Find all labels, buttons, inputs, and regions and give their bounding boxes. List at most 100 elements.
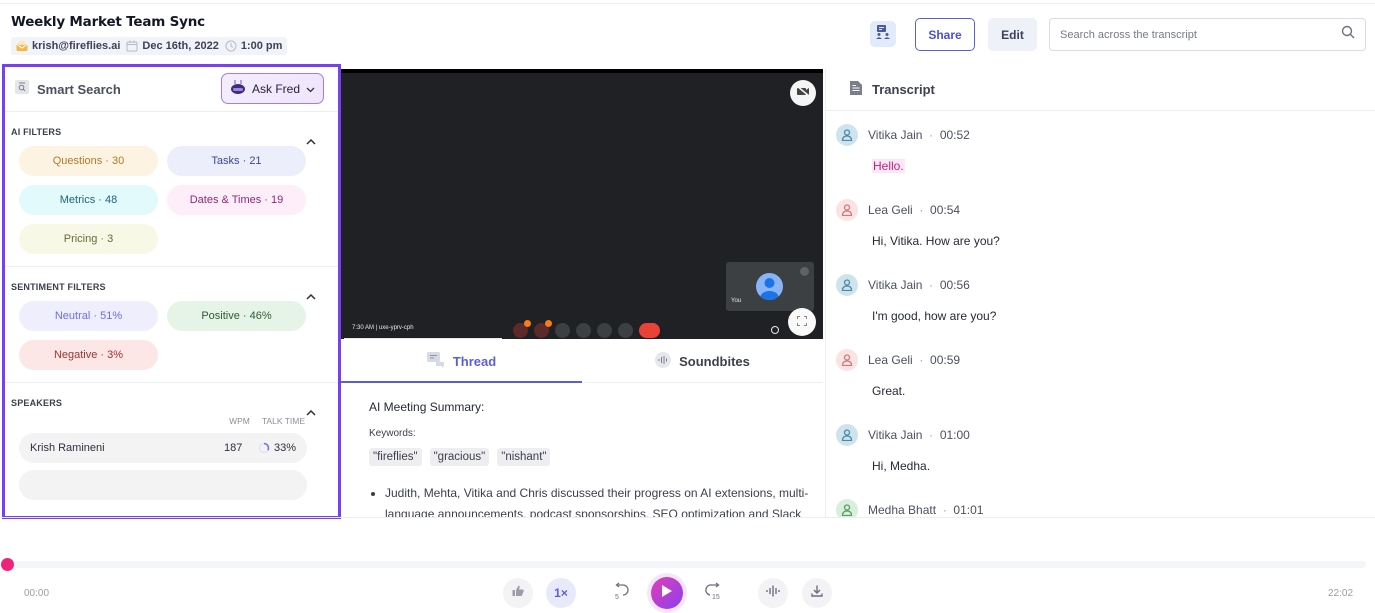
speakers-section: SPEAKERS WPM TALK TIME Krish Ramineni 18… (5, 383, 338, 512)
thread-content: AI Meeting Summary: Keywords: "fireflies… (341, 384, 823, 517)
ai-filters-section: AI FILTERS Questions · 30 Tasks · 21 Metri… (5, 112, 338, 267)
transcript-entry[interactable]: Vitika Jain · 01:00 Hi, Medha. (826, 412, 1375, 487)
total-time: 22:02 (1328, 588, 1354, 599)
transcript-speaker: Vitika Jain (868, 428, 923, 442)
svg-text:15: 15 (712, 594, 720, 600)
reaction-button[interactable] (503, 578, 533, 608)
transcript-entry[interactable]: Medha Bhatt · 01:01 (826, 487, 1375, 517)
keyword-chip[interactable]: "gracious" (429, 448, 490, 466)
transcript-timestamp[interactable]: 00:59 (930, 353, 960, 367)
waveform-icon (766, 584, 780, 602)
self-video-tile: You (726, 262, 814, 311)
sentiment-filter-pill[interactable]: Negative · 3% (19, 340, 158, 370)
ai-filter-pill[interactable]: Dates & Times · 19 (167, 185, 306, 215)
participants-icon (875, 24, 891, 45)
meeting-meta: krish@fireflies.ai Dec 16th, 2022 1:00 p… (11, 37, 288, 55)
calendar-icon (126, 40, 138, 52)
transcript-text: Hello. (872, 159, 905, 173)
speaker-row[interactable]: Krish Ramineni 187 33% (19, 433, 307, 463)
speaker-avatar-icon (836, 424, 858, 446)
transcript-timestamp[interactable]: 00:52 (940, 128, 970, 142)
playback-speed-button[interactable]: 1× (546, 578, 576, 608)
waveform-button[interactable] (758, 578, 788, 608)
smart-search-icon (15, 79, 29, 99)
meeting-time: 1:00 pm (225, 40, 282, 52)
ai-filter-pill[interactable]: Tasks · 21 (167, 146, 306, 176)
ai-filter-pill[interactable]: Metrics · 48 (19, 185, 158, 215)
chevron-up-icon[interactable] (306, 132, 316, 150)
talk-time-ring (258, 442, 270, 454)
summary-bullets: Judith, Mehta, Vitika and Chris discusse… (369, 483, 809, 517)
transcript-entry[interactable]: Vitika Jain · 00:56 I'm good, how are you… (826, 262, 1375, 337)
speaker-avatar-icon (836, 124, 858, 146)
speaker-name: Krish Ramineni (30, 442, 105, 454)
transcript-speaker: Medha Bhatt (868, 503, 937, 517)
transcript-search-input[interactable] (1060, 28, 1341, 41)
ai-filter-pill[interactable]: Pricing · 3 (19, 224, 158, 254)
progress-track[interactable] (8, 561, 1366, 568)
meet-camera-icon (534, 320, 552, 338)
ai-filter-pill[interactable]: Questions · 30 (19, 146, 158, 176)
fullscreen-button[interactable] (788, 308, 816, 336)
svg-text:5: 5 (615, 594, 619, 600)
rewind-button[interactable]: 5 (605, 578, 635, 608)
transcript-entry[interactable]: Lea Geli · 00:54 Hi, Vitika. How are you? (826, 187, 1375, 262)
transcript-text: Hi, Vitika. How are you? (872, 234, 1000, 248)
transcript-timestamp[interactable]: 01:00 (940, 428, 970, 442)
meet-mic-icon (513, 320, 531, 338)
chevron-up-icon[interactable] (306, 287, 316, 305)
sentiment-filters-label: SENTIMENT FILTERS (11, 282, 106, 292)
share-button[interactable]: Share (915, 18, 975, 51)
separator-dot: · (922, 278, 940, 292)
progress-handle[interactable] (1, 558, 14, 571)
soundbites-icon (655, 352, 672, 371)
download-button[interactable] (802, 578, 832, 608)
smart-search-title: Smart Search (37, 81, 121, 97)
speaker-wpm: 187 (223, 442, 243, 454)
chevron-up-icon[interactable] (306, 403, 316, 421)
video-player[interactable]: You 7:30 AM | uxe-yprv-cph Waiting for m… (341, 69, 823, 339)
thumbs-up-icon (512, 584, 524, 602)
ask-fred-button[interactable]: Ask Fred (221, 73, 324, 104)
transcript-timestamp[interactable]: 00:54 (930, 203, 960, 217)
forward-button[interactable]: 15 (699, 578, 729, 608)
rewind-5-icon: 5 (611, 581, 629, 605)
content-tabs: Thread Soundbites (341, 341, 823, 383)
camera-off-button[interactable] (790, 80, 816, 106)
transcript-entry[interactable]: Lea Geli · 00:59 Great. (826, 337, 1375, 412)
speaker-avatar-icon (836, 349, 858, 371)
transcript-timestamp[interactable]: 00:56 (940, 278, 970, 292)
search-icon[interactable] (1341, 25, 1355, 44)
tab-soundbites[interactable]: Soundbites (582, 341, 823, 382)
separator-dot: · (922, 128, 940, 142)
smart-search-panel: Smart Search Ask Fred AI FILTERS Questio… (2, 64, 341, 519)
transcript-timestamp[interactable]: 01:01 (953, 503, 983, 517)
keyword-chip[interactable]: "fireflies" (369, 448, 422, 466)
separator-dot: · (922, 428, 940, 442)
top-divider (0, 3, 1375, 4)
meeting-date: Dec 16th, 2022 (126, 40, 219, 52)
sentiment-filter-pill[interactable]: Positive · 46% (167, 301, 306, 331)
ask-fred-label: Ask Fred (251, 81, 300, 96)
meet-controls (513, 320, 660, 338)
tab-thread[interactable]: Thread (341, 341, 582, 383)
robot-icon (230, 80, 246, 97)
video-meeting-code: uxe-yprv-cph (378, 325, 414, 331)
meet-raise-hand-icon (576, 323, 591, 338)
camera-off-icon (796, 84, 810, 102)
speaker-name-time: Lea Geli · 00:59 (868, 353, 960, 367)
video-clock: 7:30 AM (352, 325, 375, 331)
current-time: 00:00 (24, 588, 50, 599)
keyword-chip[interactable]: "nishant" (497, 448, 551, 466)
transcript-speaker: Vitika Jain (868, 128, 923, 142)
transcript-entry[interactable]: Vitika Jain · 00:52 Hello. (826, 112, 1375, 187)
sentiment-filter-pill[interactable]: Neutral · 51% (19, 301, 158, 331)
speaker-row-partial[interactable] (19, 470, 307, 500)
play-button[interactable] (651, 577, 683, 609)
edit-button[interactable]: Edit (988, 18, 1037, 51)
transcript-speaker: Lea Geli (868, 203, 913, 217)
transcript-search (1049, 18, 1366, 51)
transcript-title: Transcript (872, 82, 935, 97)
participants-button[interactable] (870, 21, 896, 47)
mail-icon (16, 41, 28, 51)
